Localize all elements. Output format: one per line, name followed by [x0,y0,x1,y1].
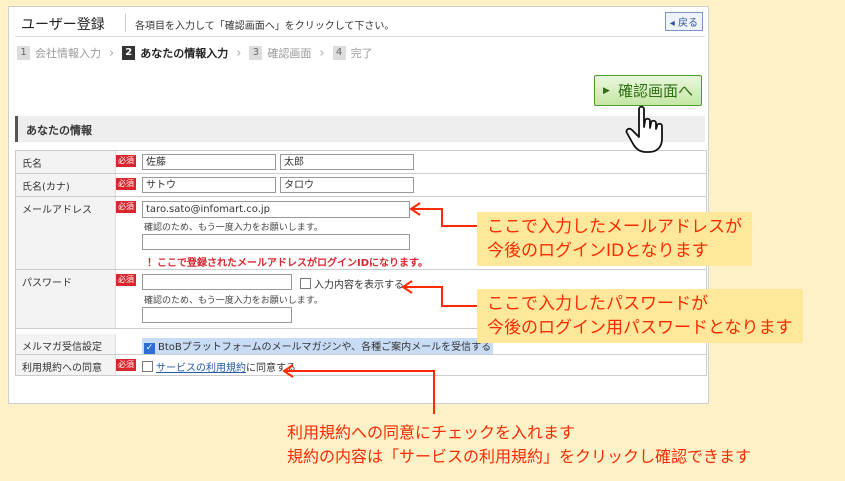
email-callout: ここで入力したメールアドレスが 今後のログインIDとなります [477,212,752,266]
terms-note: 利用規約への同意にチェックを入れます 規約の内容は「サービスの利用規約」をクリック… [287,423,752,466]
password-callout: ここで入力したパスワードが 今後のログイン用パスワードとなります [477,289,803,343]
